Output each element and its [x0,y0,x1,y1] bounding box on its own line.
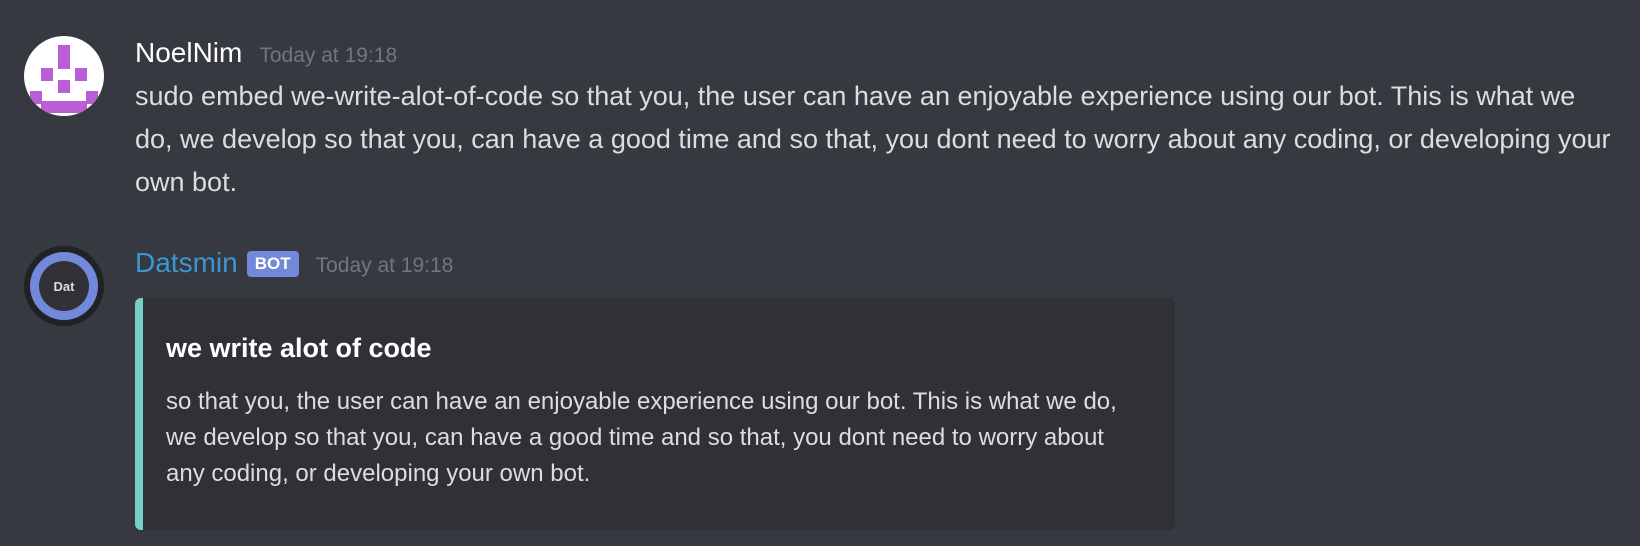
avatar[interactable] [24,36,104,116]
username[interactable]: NoelNim [135,32,242,74]
bot-avatar-label: Dat [54,279,76,294]
purple-pixel-glyph-icon [30,45,98,113]
timestamp[interactable]: Today at 19:18 [316,254,454,278]
bot-tag: BOT [246,251,299,277]
avatar[interactable]: Dat [24,246,104,326]
username[interactable]: Datsmin [135,242,238,284]
timestamp[interactable]: Today at 19:18 [259,44,397,68]
message-header: Datsmin BOT Today at 19:18 [135,242,1620,284]
message-body: NoelNim Today at 19:18 sudo embed we-wri… [135,32,1620,204]
message-content: sudo embed we-write-alot-of-code so that… [135,81,1611,197]
embed: we write alot of code so that you, the u… [135,298,1175,530]
embed-title: we write alot of code [166,333,432,363]
message-body: Datsmin BOT Today at 19:18 [135,242,1620,284]
bot-avatar-icon: Dat [24,246,104,326]
message-header: NoelNim Today at 19:18 [135,32,1620,74]
embed-description: so that you, the user can have an enjoya… [166,388,1117,487]
